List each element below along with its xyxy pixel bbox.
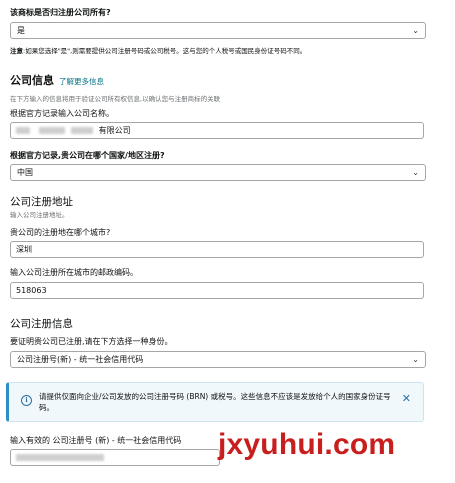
id-type-value: 公司注册号(新) - 统一社会信用代码 [17,355,144,364]
city-label: 贵公司的注册地在哪个城市? [10,228,111,237]
company-info-heading: 公司信息 了解更多信息 [10,74,104,87]
postal-code-label: 输入公司注册所在城市的邮政编码。 [10,268,138,277]
company-name-value: 有限公司 [98,126,131,135]
info-alert: i 请提供仅面向企业/公司发放的公司注册号码 (BRN) 或税号。这些信息不应该… [6,382,424,422]
close-icon[interactable]: ✕ [402,392,411,405]
redacted-text [16,454,104,461]
trademark-owner-value: 是 [17,26,25,35]
company-country-value: 中国 [17,168,33,177]
company-country-label: 根据官方记录,贵公司在哪个国家/地区注册? [10,151,165,160]
learn-more-link[interactable]: 了解更多信息 [59,77,104,86]
company-name-input[interactable]: 有限公司 [10,122,424,139]
id-type-select[interactable]: 公司注册号(新) - 统一社会信用代码 ⌄ [10,351,426,368]
postal-code-value: 518063 [16,286,47,295]
registration-number-input[interactable] [10,449,220,466]
info-alert-text: 请提供仅面向企业/公司发放的公司注册号码 (BRN) 或税号。这些信息不应该是发… [39,392,391,412]
redacted-text [16,127,30,134]
company-country-select[interactable]: 中国 ⌄ [10,164,426,181]
postal-code-input[interactable]: 518063 [10,282,424,299]
registered-address-heading: 公司注册地址 [10,196,73,208]
company-info-description: 在下方输入的信息将用于验证公司所有权信息,以确认您与注册商标的关联 [10,95,221,103]
chevron-down-icon: ⌄ [412,26,419,35]
info-icon: i [21,395,32,406]
registered-address-hint: 输入公司注册地址。 [10,211,69,219]
city-input[interactable]: 深圳 [10,241,424,258]
city-value: 深圳 [16,245,32,254]
chevron-down-icon: ⌄ [412,168,419,177]
watermark: jxyuhui.com [218,428,396,461]
registration-number-label: 输入有效的 公司注册号 (新) - 统一社会信用代码 [10,436,182,445]
trademark-owner-select[interactable]: 是 ⌄ [10,22,426,39]
registration-info-heading: 公司注册信息 [10,318,73,330]
trademark-owner-note: 注意:如果您选择"是",则需要提供公司注册号码或公司税号。这与您的个人税号或国民… [10,47,307,55]
trademark-owner-label: 该商标是否归注册公司所有? [10,8,111,17]
chevron-down-icon: ⌄ [412,355,419,364]
redacted-text [38,127,65,134]
id-type-label: 要证明贵公司已注册,请在下方选择一种身份。 [10,337,173,346]
company-name-label: 根据官方记录输入公司名称。 [10,109,114,118]
redacted-text [71,127,94,134]
